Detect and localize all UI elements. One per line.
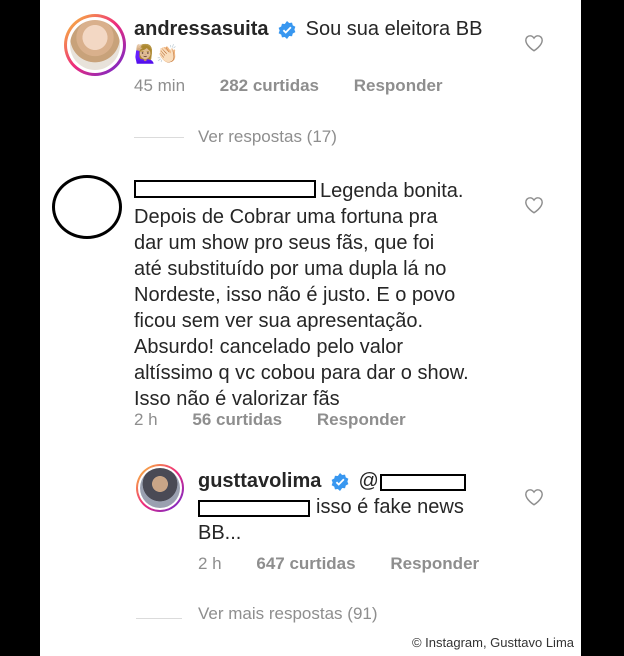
like-heart-icon[interactable] (524, 488, 544, 506)
avatar-redacted[interactable] (52, 175, 122, 239)
divider-line (134, 137, 184, 138)
comment-2-meta: 2 h 56 curtidas Responder (134, 410, 406, 430)
comment-2-line-1: Legenda bonita. (320, 180, 464, 202)
redacted-mention-1 (380, 474, 466, 491)
verified-badge-icon (278, 20, 296, 39)
comment-1-meta: 45 min 282 curtidas Responder (134, 76, 443, 96)
reply-time: 2 h (198, 554, 222, 573)
reply-first-line: gusttavolima @ (198, 468, 379, 494)
comment-2-line-5: Nordeste, isso não é justo. E o povo (134, 284, 456, 306)
view-more-replies-link[interactable]: Ver mais respostas (91) (198, 604, 378, 624)
like-heart-icon[interactable] (524, 196, 544, 214)
comment-2-likes[interactable]: 56 curtidas (192, 410, 282, 430)
comment-2-line-8: altíssimo q vc cobou para dar o show. (134, 362, 469, 384)
redacted-mention-2 (198, 500, 310, 517)
image-credit: © Instagram, Gusttavo Lima (411, 635, 574, 650)
view-replies-link[interactable]: Ver respostas (17) (198, 127, 337, 147)
instagram-comments-panel: andressasuita Sou sua eleitora BB 🙋🏼‍♀️👏… (40, 0, 581, 656)
comment-2-line-9: Isso não é valorizar fãs (134, 388, 340, 410)
reply-likes[interactable]: 647 curtidas (256, 554, 355, 574)
comment-2-text: Legenda bonita. Depois de Cobrar uma for… (134, 178, 574, 412)
comment-1-first-line: andressasuita Sou sua eleitora BB (134, 16, 482, 42)
comment-1-emojis: 🙋🏼‍♀️👏🏻 (134, 44, 179, 64)
comment-2-line-6: ficou sem ver sua apresentação. (134, 310, 424, 332)
comment-1-time: 45 min (134, 76, 186, 95)
reply-username[interactable]: gusttavolima (198, 470, 321, 492)
comment-2-line-3: dar um show pro seus fãs, que foi (134, 232, 435, 254)
avatar-andressasuita[interactable] (64, 14, 126, 76)
like-heart-icon[interactable] (524, 34, 544, 52)
avatar-gusttavolima[interactable] (136, 464, 184, 512)
comment-2-line-2: Depois de Cobrar uma fortuna pra (134, 206, 438, 228)
divider-line (136, 618, 182, 619)
comment-1-username[interactable]: andressasuita (134, 18, 269, 40)
reply-text: isso é fake news (316, 496, 464, 518)
comment-2-time: 2 h (134, 410, 158, 429)
comment-1-reply-button[interactable]: Responder (354, 76, 443, 96)
reply-reply-button[interactable]: Responder (390, 554, 479, 574)
verified-badge-icon (331, 472, 349, 491)
comment-1-likes[interactable]: 282 curtidas (220, 76, 319, 96)
reply-meta: 2 h 647 curtidas Responder (198, 554, 479, 574)
reply-text-2: BB... (198, 522, 242, 544)
comment-1-text: Sou sua eleitora BB (305, 18, 483, 40)
comment-2-line-4: até substituído por uma dupla lá no (134, 258, 447, 280)
reply-mention[interactable]: @ (358, 470, 378, 492)
comment-2-line-7: Absurdo! cancelado pelo valor (134, 336, 404, 358)
comment-2-reply-button[interactable]: Responder (317, 410, 406, 430)
